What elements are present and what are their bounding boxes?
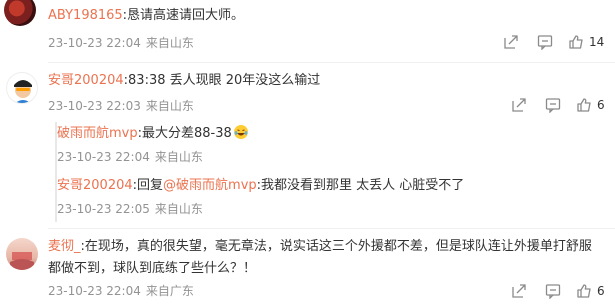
like-icon[interactable] — [568, 34, 584, 50]
reply-prefix: :回复 — [132, 178, 164, 193]
comment-meta: 23-10-23 22:04 来自广东 — [48, 283, 199, 299]
divider — [48, 62, 615, 63]
comment-time: 23-10-23 22:03 — [48, 99, 141, 113]
share-icon[interactable] — [503, 34, 519, 50]
reply-meta: 23-10-23 22:04 来自山东 — [57, 149, 208, 165]
reply-meta: 23-10-23 22:05 来自山东 — [57, 201, 208, 217]
reply-text: :我都没看到那里 太丢人 心脏受不了 — [256, 178, 465, 193]
like-count: 14 — [589, 35, 605, 49]
like-icon[interactable] — [576, 283, 592, 299]
comment-icon[interactable] — [545, 283, 561, 299]
comment-meta: 23-10-23 22:03 来自山东 — [48, 98, 199, 114]
comment-location: 来自山东 — [145, 99, 194, 113]
comment-time: 23-10-23 22:04 — [48, 284, 141, 298]
reply-time: 23-10-23 22:05 — [57, 202, 150, 216]
comment-location: 来自广东 — [145, 284, 194, 298]
comment-text: :在现场，真的很失望，毫无章法，说实话这三个外援都不差，但是球队连让外援单打舒服 — [80, 239, 592, 254]
divider — [48, 228, 615, 229]
comment-meta: 23-10-23 22:04 来自山东 — [48, 35, 199, 51]
reply-line: 破雨而航mvp:最大分差88-38 — [57, 124, 249, 143]
comment-time: 23-10-23 22:04 — [48, 36, 141, 50]
like-count: 6 — [597, 284, 605, 298]
comment-line: ABY198165:恳请高速请回大师。 — [48, 7, 244, 25]
reply-username[interactable]: 安哥200204 — [57, 178, 133, 193]
reply-location: 来自山东 — [154, 150, 203, 164]
reply-location: 来自山东 — [154, 202, 203, 216]
comment-line: 麦彻_:在现场，真的很失望，毫无章法，说实话这三个外援都不差，但是球队连让外援单… — [48, 236, 598, 280]
comment-text: :83:38 丢人现眼 20年没这么输过 — [123, 73, 321, 88]
comment-username[interactable]: 麦彻_ — [48, 239, 81, 254]
reply-username[interactable]: 破雨而航mvp — [57, 126, 138, 141]
reply-mention[interactable]: @破雨而航mvp — [163, 178, 257, 193]
comment-icon[interactable] — [537, 34, 553, 50]
share-icon[interactable] — [511, 97, 527, 113]
comment-text-continued: 都做不到，球队到底练了些什么？！ — [48, 261, 257, 276]
reply-text: :最大分差88-38 — [137, 126, 232, 141]
avatar-image — [14, 80, 32, 103]
comment-text: :恳请高速请回大师。 — [122, 8, 245, 23]
like-count: 6 — [597, 98, 605, 112]
avatar[interactable] — [6, 72, 38, 104]
comment-icon[interactable] — [545, 97, 561, 113]
comment-username[interactable]: ABY198165 — [48, 8, 123, 23]
share-icon[interactable] — [511, 283, 527, 299]
comment-line: 安哥200204:83:38 丢人现眼 20年没这么输过 — [48, 72, 320, 90]
comment-location: 来自山东 — [145, 36, 194, 50]
reply-time: 23-10-23 22:04 — [57, 150, 150, 164]
avatar[interactable] — [6, 238, 38, 270]
like-icon[interactable] — [576, 97, 592, 113]
avatar[interactable] — [4, 0, 36, 26]
laugh-cry-emoji-icon — [233, 125, 248, 139]
comment-username[interactable]: 安哥200204 — [48, 73, 124, 88]
reply-line: 安哥200204:回复@破雨而航mvp:我都没看到那里 太丢人 心脏受不了 — [57, 177, 464, 195]
avatar-image — [10, 252, 34, 270]
